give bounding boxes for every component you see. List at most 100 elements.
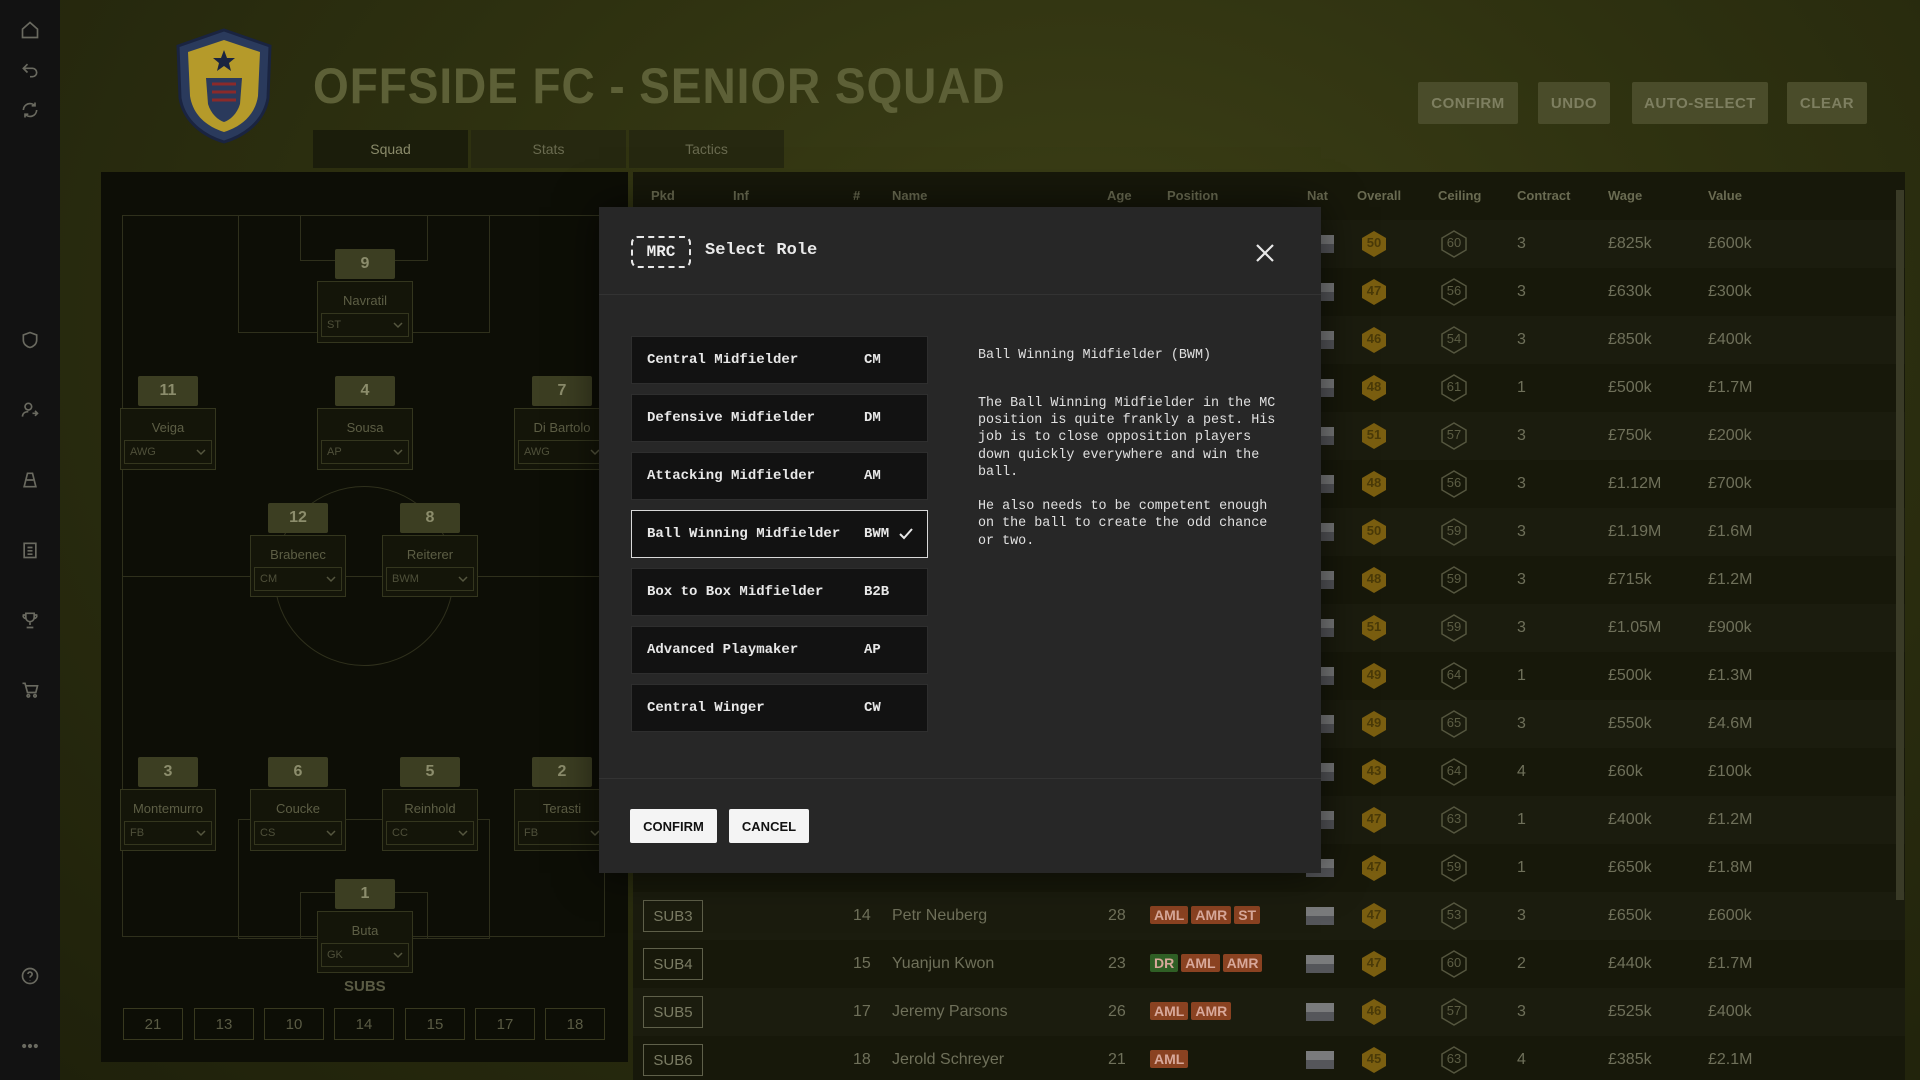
table-header-cell[interactable]: Age (1107, 188, 1132, 203)
player-role-select[interactable]: CM (254, 567, 342, 591)
player-number: 2 (532, 757, 592, 787)
role-option[interactable]: Advanced Playmaker AP (631, 626, 928, 674)
pitch-player-card[interactable]: 12 Brabenec CM (250, 503, 346, 597)
player-role-select[interactable]: ST (321, 313, 409, 337)
table-header-cell[interactable]: Pkd (651, 188, 675, 203)
confirm-top-button[interactable]: CONFIRM (1418, 82, 1518, 124)
home-icon[interactable] (18, 18, 42, 42)
overall-value: 50 (1366, 235, 1382, 250)
table-row[interactable]: SUB6 18 Jerold Schreyer 21 AML 45 63 4 £385k £2.1… (633, 1036, 1905, 1080)
table-header-cell[interactable]: Ceiling (1438, 188, 1481, 203)
wage-cell: £650k (1608, 859, 1652, 876)
wage-cell: £60k (1608, 763, 1643, 780)
undo-button[interactable]: UNDO (1538, 82, 1610, 124)
player-role-select[interactable]: FB (518, 821, 606, 845)
player-number: 9 (335, 249, 395, 279)
contract-cell: 2 (1517, 955, 1526, 972)
player-role-select[interactable]: GK (321, 943, 409, 967)
table-header-cell[interactable]: Name (892, 188, 927, 203)
player-role-select[interactable]: AWG (518, 440, 606, 464)
undo-icon[interactable] (18, 58, 42, 82)
auto-select-button[interactable]: AUTO-SELECT (1632, 82, 1768, 124)
wage-cell: £1.12M (1608, 475, 1662, 492)
help-icon[interactable] (18, 964, 42, 988)
player-role-select[interactable]: AP (321, 440, 409, 464)
close-icon[interactable] (1251, 239, 1279, 267)
table-header-cell[interactable]: # (853, 188, 860, 203)
value-cell: £1.7M (1708, 379, 1753, 396)
clear-button[interactable]: CLEAR (1787, 82, 1867, 124)
role-code: CW (864, 700, 881, 716)
table-header-cell[interactable]: Wage (1608, 188, 1642, 203)
table-header-cell[interactable]: Value (1708, 188, 1742, 203)
player-role-select[interactable]: AWG (124, 440, 212, 464)
pitch-player-card[interactable]: 1 Buta GK (317, 879, 413, 973)
role-option[interactable]: Central Winger CW (631, 684, 928, 732)
table-scrollbar[interactable] (1896, 190, 1904, 900)
select-role-modal: MRC Select Role Central Midfielder CM Def… (599, 207, 1321, 873)
player-number: 12 (268, 503, 328, 533)
role-option[interactable]: Ball Winning Midfielder BWM (631, 510, 928, 558)
pitch-player-card[interactable]: 4 Sousa AP (317, 376, 413, 470)
picked-badge[interactable]: SUB3 (643, 900, 703, 932)
player-role-select[interactable]: FB (124, 821, 212, 845)
trophy-icon[interactable] (18, 608, 42, 632)
cancel-button[interactable]: CANCEL (729, 809, 809, 843)
positions-cell: AML AMR (1150, 1002, 1234, 1021)
cart-icon[interactable] (18, 678, 42, 702)
picked-badge[interactable]: SUB4 (643, 948, 703, 980)
sub-slot[interactable]: 15 (405, 1008, 465, 1040)
player-role-select[interactable]: CS (254, 821, 342, 845)
player-role-select[interactable]: BWM (386, 567, 474, 591)
wage-cell: £550k (1608, 715, 1652, 732)
role-option[interactable]: Central Midfielder CM (631, 336, 928, 384)
table-header-cell[interactable]: Position (1167, 188, 1218, 203)
pitch-player-card[interactable]: 6 Coucke CS (250, 757, 346, 851)
position-tag: AMR (1191, 1002, 1232, 1020)
table-header-cell[interactable]: Nat (1307, 188, 1328, 203)
confirm-button[interactable]: CONFIRM (630, 809, 717, 843)
clipboard-icon[interactable] (18, 538, 42, 562)
user-transfer-icon[interactable] (18, 398, 42, 422)
sub-slot[interactable]: 10 (264, 1008, 324, 1040)
table-header-cell[interactable]: Inf (733, 188, 749, 203)
training-cone-icon[interactable] (18, 468, 42, 492)
ceiling-value: 60 (1446, 955, 1462, 970)
tab-stats[interactable]: Stats (471, 130, 626, 168)
more-icon[interactable] (18, 1034, 42, 1058)
table-row[interactable]: SUB4 15 Yuanjun Kwon 23 DR AML AMR 47 60 2 £440k £1… (633, 940, 1905, 988)
player-name-cell[interactable]: Jerold Schreyer (892, 1051, 1004, 1069)
pitch-player-card[interactable]: 3 Montemurro FB (120, 757, 216, 851)
refresh-icon[interactable] (18, 98, 42, 122)
pitch-player-card[interactable]: 8 Reiterer BWM (382, 503, 478, 597)
pitch-player-card[interactable]: 7 Di Bartolo AWG (514, 376, 610, 470)
table-header-cell[interactable]: Overall (1357, 188, 1401, 203)
sub-slot[interactable]: 21 (123, 1008, 183, 1040)
pitch-player-card[interactable]: 11 Veiga AWG (120, 376, 216, 470)
pitch-player-card[interactable]: 2 Terasti FB (514, 757, 610, 851)
tab-tactics[interactable]: Tactics (629, 130, 784, 168)
player-name-cell[interactable]: Petr Neuberg (892, 907, 987, 925)
picked-badge[interactable]: SUB6 (643, 1044, 703, 1076)
picked-badge[interactable]: SUB5 (643, 996, 703, 1028)
tab-squad[interactable]: Squad (313, 130, 468, 168)
overall-value: 47 (1366, 955, 1382, 970)
table-row[interactable]: SUB5 17 Jeremy Parsons 26 AML AMR 46 57 3 £525k £4… (633, 988, 1905, 1036)
sub-slot[interactable]: 14 (334, 1008, 394, 1040)
sub-slot[interactable]: 18 (545, 1008, 605, 1040)
player-name-cell[interactable]: Jeremy Parsons (892, 1003, 1008, 1021)
role-option[interactable]: Box to Box Midfielder B2B (631, 568, 928, 616)
sub-slot[interactable]: 17 (475, 1008, 535, 1040)
table-row[interactable]: SUB3 14 Petr Neuberg 28 AML AMR ST 47 53 3 £650k £6… (633, 892, 1905, 940)
table-header-cell[interactable]: Contract (1517, 188, 1570, 203)
pitch-player-card[interactable]: 5 Reinhold CC (382, 757, 478, 851)
shield-icon[interactable] (18, 328, 42, 352)
ceiling-value: 54 (1446, 331, 1462, 346)
check-icon (899, 528, 913, 540)
player-role-select[interactable]: CC (386, 821, 474, 845)
sub-slot[interactable]: 13 (194, 1008, 254, 1040)
player-name-cell[interactable]: Yuanjun Kwon (892, 955, 994, 973)
role-option[interactable]: Attacking Midfielder AM (631, 452, 928, 500)
pitch-player-card[interactable]: 9 Navratil ST (317, 249, 413, 343)
role-option[interactable]: Defensive Midfielder DM (631, 394, 928, 442)
